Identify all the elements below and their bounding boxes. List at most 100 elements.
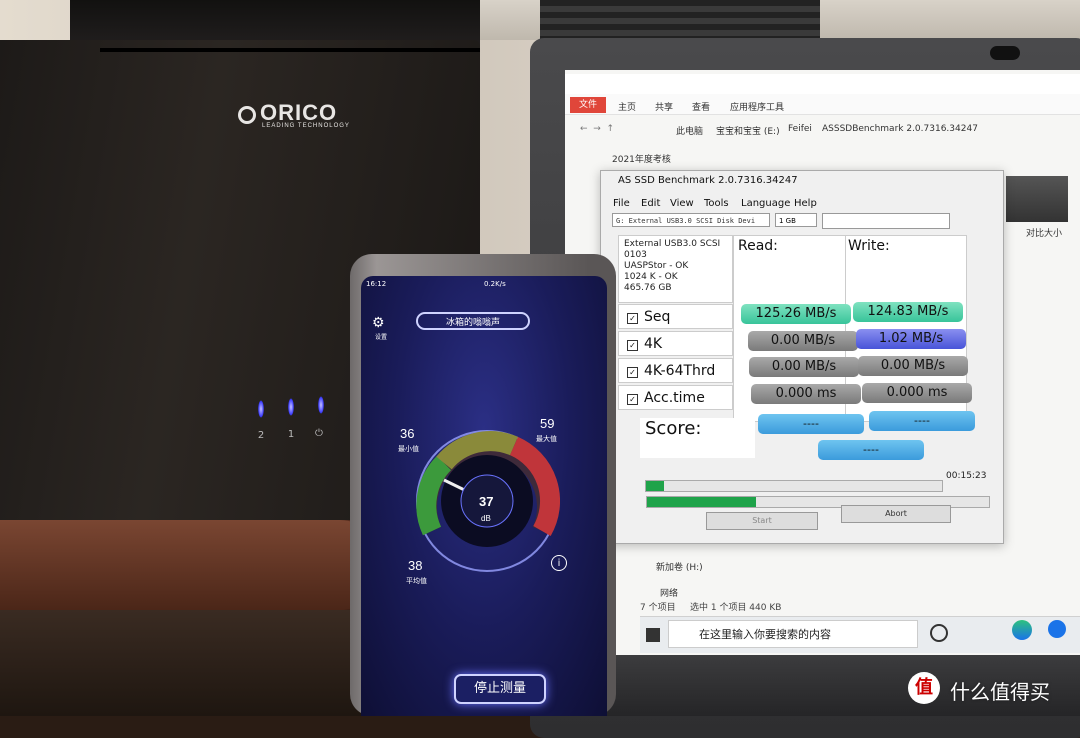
asssd-blank-field xyxy=(822,213,950,229)
progress-bar-top xyxy=(645,480,943,492)
4k-read-value: 0.00 MB/s xyxy=(748,331,858,351)
checkbox-icon[interactable]: ✓ xyxy=(627,313,638,324)
thumbnail-2[interactable] xyxy=(1006,176,1068,222)
acc-write-value: 0.000 ms xyxy=(862,383,972,403)
mode-selector[interactable]: 冰箱的嗡嗡声 xyxy=(416,312,530,330)
db-unit: dB xyxy=(481,514,491,523)
app-icon[interactable] xyxy=(1048,620,1066,638)
sidebar-item-drive-h[interactable]: 新加卷 (H:) xyxy=(656,560,703,573)
drive-info-capacity: 465.76 GB xyxy=(624,283,672,293)
score-label: Score: xyxy=(640,418,755,458)
thumb-label-compare: 对比大小 xyxy=(1026,229,1063,239)
drive-info: External USB3.0 SCSI 0103 UASPStor - OK … xyxy=(618,235,733,303)
4k64-write-value: 0.00 MB/s xyxy=(858,356,968,376)
start-button[interactable]: Start xyxy=(706,512,818,530)
info-icon[interactable]: i xyxy=(551,555,567,571)
ribbon-tab-share[interactable]: 共享 xyxy=(655,100,673,113)
asssd-title: AS SSD Benchmark 2.0.7316.34247 xyxy=(618,175,798,186)
row-label: Seq xyxy=(644,309,671,325)
read-header: Read: xyxy=(738,238,778,254)
checkbox-icon[interactable]: ✓ xyxy=(627,394,638,405)
seq-write-value: 124.83 MB/s xyxy=(853,302,963,322)
background-blind xyxy=(540,0,820,42)
status-item-count: 7 个项目 xyxy=(640,603,676,613)
drive-info-model: External USB3.0 SCSI xyxy=(624,239,721,249)
windows-start-icon[interactable] xyxy=(646,628,660,642)
table-edge xyxy=(0,520,380,610)
brand-text: ORICO xyxy=(260,100,338,125)
menu-language[interactable]: Language xyxy=(741,198,790,209)
menu-tools[interactable]: Tools xyxy=(704,198,729,209)
score-write: ---- xyxy=(869,411,975,431)
ribbon-tab-file[interactable]: 文件 xyxy=(570,97,606,113)
min-value: 36 xyxy=(400,426,415,441)
drive-info-driver: UASPStor - OK xyxy=(624,261,689,271)
score-read: ---- xyxy=(758,414,864,434)
checkbox-icon[interactable]: ✓ xyxy=(627,340,638,351)
size-select[interactable]: 1 GB xyxy=(775,213,817,227)
row-4k[interactable]: ✓ 4K xyxy=(618,331,733,356)
back-arrow-icon[interactable]: ← → ↑ xyxy=(580,124,614,134)
abort-button[interactable]: Abort xyxy=(841,505,951,523)
row-4k64[interactable]: ✓ 4K-64Thrd xyxy=(618,358,733,383)
cortana-icon[interactable] xyxy=(930,624,948,642)
sidebar-item-network[interactable]: 网络 xyxy=(660,586,678,599)
bay-1-icon: 1 xyxy=(287,429,295,440)
menu-file[interactable]: File xyxy=(613,198,630,209)
led-bay-1 xyxy=(288,398,294,416)
watermark-logo: 值 xyxy=(908,672,940,704)
breadcrumb-this-pc[interactable]: 此电脑 xyxy=(676,124,703,137)
edge-icon[interactable] xyxy=(1012,620,1032,640)
orico-logo-icon xyxy=(238,106,256,124)
orico-logo: ORICO LEADING TECHNOLOGY xyxy=(238,100,350,129)
folder-item[interactable]: 2021年度考核 xyxy=(612,152,671,165)
menu-edit[interactable]: Edit xyxy=(641,198,660,209)
score-total: ---- xyxy=(818,440,924,460)
row-acctime[interactable]: ✓ Acc.time xyxy=(618,385,733,410)
row-label: Acc.time xyxy=(644,390,705,406)
webcam xyxy=(990,46,1020,60)
breadcrumb-current[interactable]: ASSSDBenchmark 2.0.7316.34247 xyxy=(822,124,978,134)
row-label: 4K xyxy=(644,336,663,352)
avg-label: 平均值 xyxy=(406,578,427,585)
row-label: 4K-64Thrd xyxy=(644,363,716,379)
phone-status-net: 0.2K/s xyxy=(484,280,506,288)
explorer-ribbon xyxy=(565,94,1080,115)
menu-view[interactable]: View xyxy=(670,198,694,209)
phone-status-time: 16:12 xyxy=(366,280,386,288)
brand-tagline: LEADING TECHNOLOGY xyxy=(262,123,350,129)
write-header: Write: xyxy=(848,238,890,254)
seq-read-value: 125.26 MB/s xyxy=(741,304,851,324)
4k64-read-value: 0.00 MB/s xyxy=(749,357,859,377)
status-time: 16:12 xyxy=(366,280,387,288)
status-selection: 选中 1 个项目 440 KB xyxy=(690,603,782,613)
ribbon-tab-app-tools[interactable]: 应用程序工具 xyxy=(730,100,784,113)
led-bay-2 xyxy=(258,400,264,418)
settings-label: 设置 xyxy=(375,335,388,341)
explorer-titlebar xyxy=(565,74,1080,94)
taskbar-search-input[interactable]: 在这里输入你要搜索的内容 xyxy=(668,620,918,648)
ribbon-tab-view[interactable]: 查看 xyxy=(692,100,710,113)
watermark-text: 什么值得买 xyxy=(950,680,1050,704)
current-db-value: 37 xyxy=(479,494,494,509)
settings-gear-icon[interactable]: ⚙ xyxy=(372,314,385,331)
stop-measure-button[interactable]: 停止测量 xyxy=(454,674,546,704)
power-icon: ⏻ xyxy=(315,428,323,439)
row-seq[interactable]: ✓ Seq xyxy=(618,304,733,329)
acc-read-value: 0.000 ms xyxy=(751,384,861,404)
breadcrumb-drive[interactable]: 宝宝和宝宝 (E:) xyxy=(716,124,780,137)
menu-help[interactable]: Help xyxy=(794,198,817,209)
drive-select[interactable]: G: External USB3.0 SCSI Disk Devi xyxy=(612,213,770,227)
breadcrumb-folder[interactable]: Feifei xyxy=(788,124,812,134)
bay-2-icon: 2 xyxy=(257,430,265,441)
progress-fill-top xyxy=(646,481,664,491)
led-power xyxy=(318,396,324,414)
enclosure-slot xyxy=(100,48,480,52)
drive-info-alignment: 1024 K - OK xyxy=(624,272,678,282)
checkbox-icon[interactable]: ✓ xyxy=(627,367,638,378)
drive-info-firmware: 0103 xyxy=(624,250,647,260)
4k-write-value: 1.02 MB/s xyxy=(856,329,966,349)
elapsed-time: 00:15:23 xyxy=(946,471,987,481)
ribbon-tab-home[interactable]: 主页 xyxy=(618,100,636,113)
progress-fill-bottom xyxy=(647,497,757,507)
